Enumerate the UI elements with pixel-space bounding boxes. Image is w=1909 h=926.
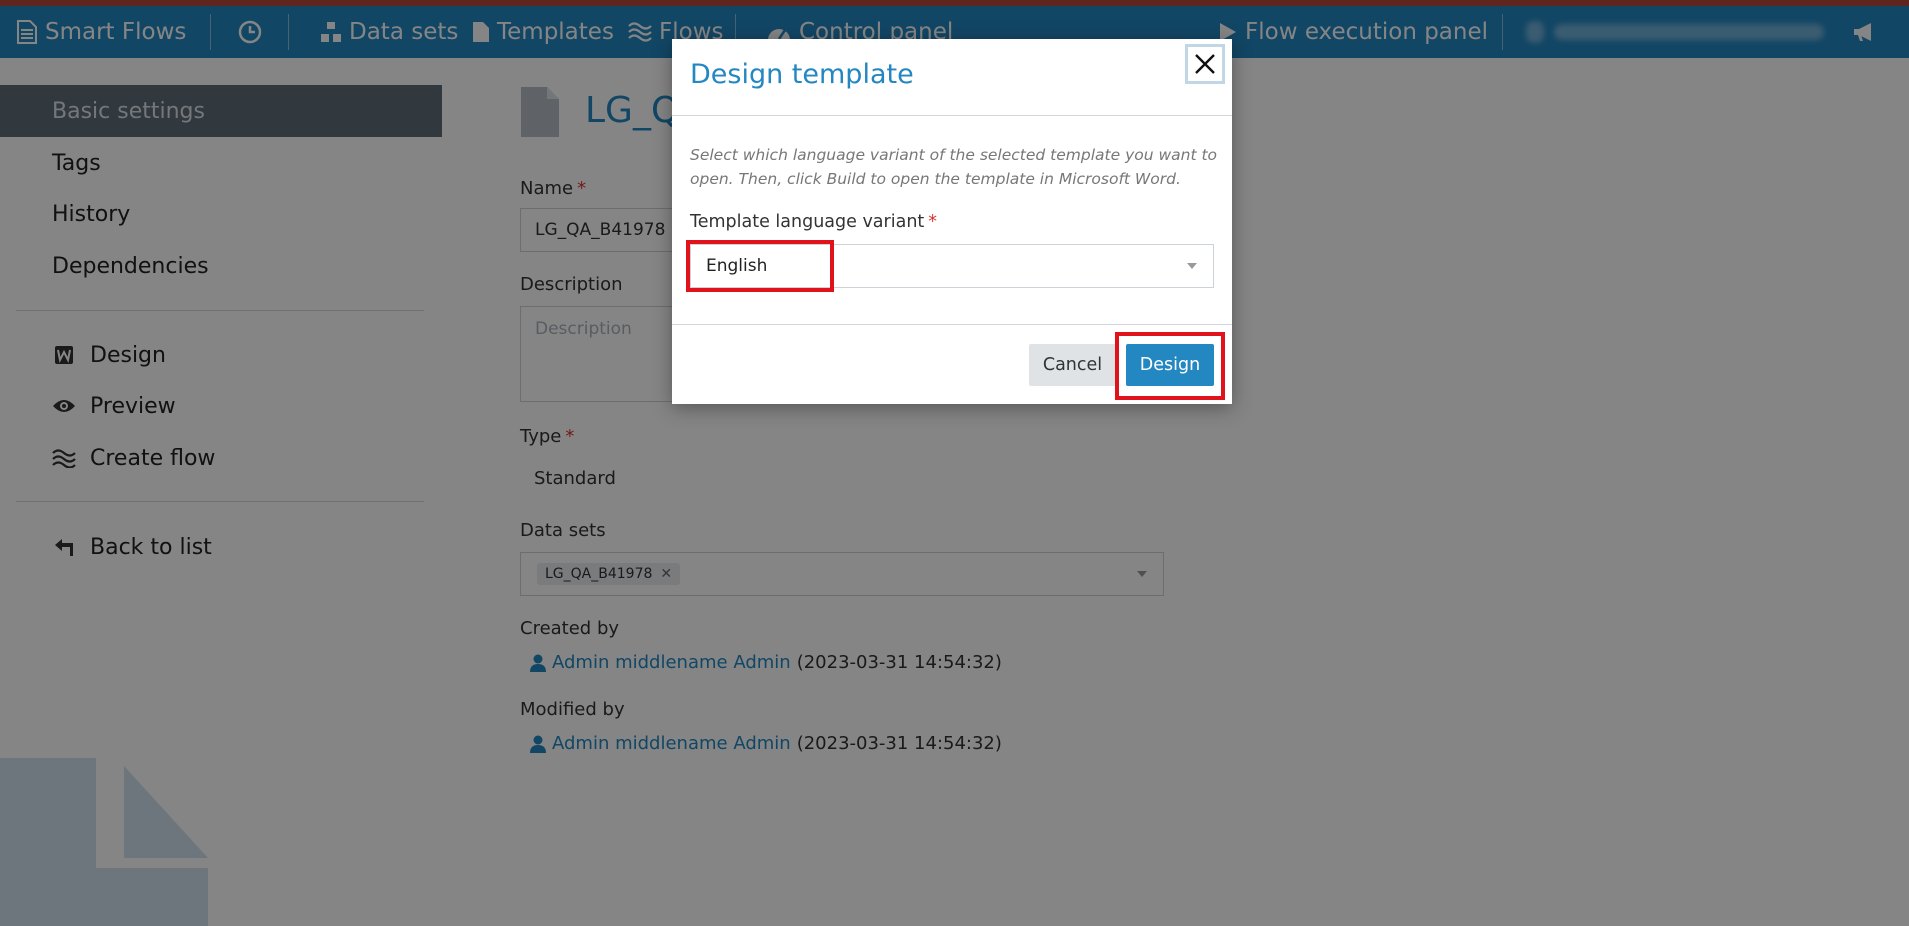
- dialog-title: Design template: [690, 59, 914, 90]
- dialog-description: Select which language variant of the sel…: [690, 146, 1218, 188]
- highlight-design-button: [1115, 332, 1225, 400]
- chevron-down-icon: [1187, 263, 1197, 269]
- dialog-header-divider: [672, 115, 1232, 116]
- dialog-footer-divider: [672, 324, 1232, 325]
- highlight-language-select: [686, 240, 834, 292]
- language-variant-label: Template language variant *: [690, 212, 938, 232]
- close-button[interactable]: [1185, 44, 1225, 84]
- design-template-dialog: Design template Select which language va…: [672, 39, 1232, 404]
- cancel-button[interactable]: Cancel: [1029, 344, 1116, 386]
- close-icon: [1195, 54, 1215, 74]
